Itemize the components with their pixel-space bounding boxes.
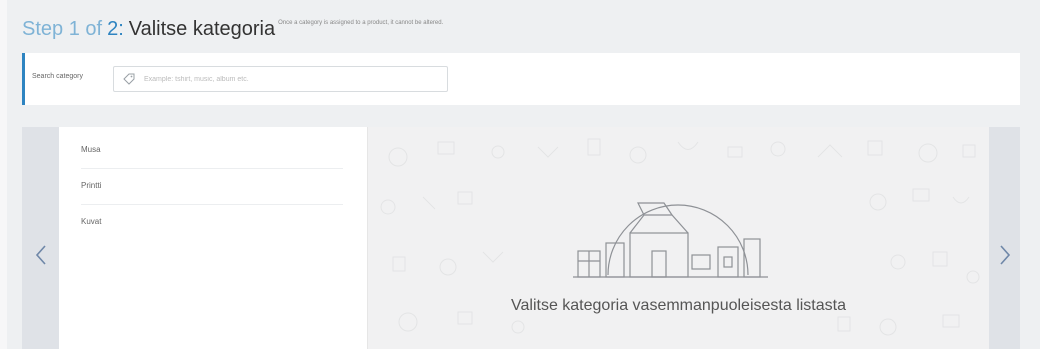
category-list: Musa Printti Kuvat xyxy=(59,127,367,349)
page-header: Step 1 of 2 : Valitse kategoria Once a c… xyxy=(22,17,443,41)
step-colon: : xyxy=(118,18,124,40)
search-bar: Search category xyxy=(22,53,1020,105)
category-panel: Musa Printti Kuvat Valitse kategoria vas… xyxy=(59,127,989,349)
tag-icon xyxy=(123,73,135,85)
page-edge xyxy=(0,0,7,349)
category-item-printti[interactable]: Printti xyxy=(81,169,343,205)
empty-state-message: Valitse kategoria vasemmanpuoleisesta li… xyxy=(511,297,846,314)
page-title: Valitse kategoria xyxy=(128,18,276,40)
empty-state: Valitse kategoria vasemmanpuoleisesta li… xyxy=(368,127,989,349)
category-item-kuvat[interactable]: Kuvat xyxy=(81,205,343,241)
next-button[interactable] xyxy=(990,237,1020,273)
step-number: 2 xyxy=(107,18,119,40)
category-item-musa[interactable]: Musa xyxy=(81,133,343,169)
chevron-right-icon xyxy=(1000,245,1011,265)
search-input[interactable] xyxy=(144,72,434,86)
category-note: Once a category is assigned to a product… xyxy=(278,20,444,26)
category-item-label: Printti xyxy=(81,181,102,190)
chevron-left-icon xyxy=(35,245,46,265)
category-item-label: Musa xyxy=(81,145,101,154)
shop-illustration-icon xyxy=(573,202,768,278)
search-label: Search category xyxy=(32,73,83,80)
search-box[interactable] xyxy=(113,66,448,92)
prev-button[interactable] xyxy=(26,237,56,273)
step-prefix: Step 1 of xyxy=(22,18,103,40)
category-item-label: Kuvat xyxy=(81,217,102,226)
category-carousel: Musa Printti Kuvat Valitse kategoria vas… xyxy=(22,127,1020,349)
